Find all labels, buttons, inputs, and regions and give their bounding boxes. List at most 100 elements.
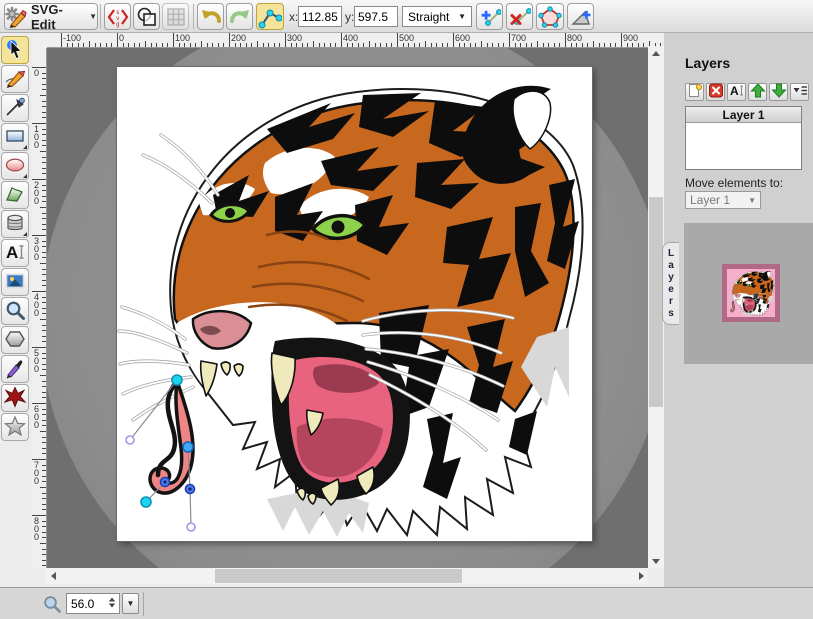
eyedropper-tool-button[interactable] (1, 355, 29, 383)
layers-panel-title: Layers (685, 55, 730, 71)
pencil-tool-button[interactable] (1, 65, 29, 93)
zoom-spinner[interactable] (108, 597, 116, 608)
flyout-arrow-icon (23, 145, 27, 149)
main-menu-button[interactable]: SVG-Edit ▼ (4, 3, 98, 30)
flyout-arrow-icon (23, 174, 27, 178)
svg-edit-logo-icon (5, 6, 27, 28)
edit-source-button[interactable]: s v g (104, 3, 131, 30)
path-node-cyan[interactable] (141, 497, 151, 507)
shape-library-tool-button[interactable] (1, 210, 29, 238)
side-tab-label: Layers (666, 248, 677, 320)
layer-menu-button[interactable] (790, 83, 809, 101)
path-node-center-dot (163, 480, 166, 483)
delete-node-button[interactable] (506, 3, 533, 30)
y-coordinate-label: y: (345, 10, 354, 24)
open-close-path-button[interactable] (536, 3, 564, 30)
spinner-down-icon (109, 604, 115, 608)
wireframe-mode-button[interactable] (133, 3, 160, 30)
select-tool-button[interactable] (1, 36, 29, 64)
move-elements-select[interactable]: Layer 1 ▼ (685, 191, 761, 209)
move-layer-down-button[interactable] (769, 83, 788, 101)
vertical-scroll-thumb[interactable] (649, 197, 663, 407)
text-icon: A (4, 241, 26, 266)
undo-icon (200, 6, 222, 28)
scroll-left-button[interactable] (46, 568, 60, 584)
right-arrow-icon (639, 572, 644, 580)
y-coordinate-input[interactable] (354, 6, 398, 27)
line-tool-button[interactable] (1, 94, 29, 122)
layer-buttons-row: A (685, 83, 809, 101)
select-arrow-icon (4, 38, 26, 63)
path-node-handle[interactable] (126, 436, 134, 444)
rename-layer-icon: A (729, 83, 745, 101)
horizontal-scroll-thumb[interactable] (215, 569, 462, 583)
path-node-handle[interactable] (187, 523, 195, 531)
path-node-cyan[interactable] (172, 375, 182, 385)
scroll-right-button[interactable] (634, 568, 648, 584)
grid-icon (165, 6, 187, 28)
svg-canvas[interactable] (117, 67, 592, 541)
scroll-down-button[interactable] (648, 554, 664, 568)
eyedropper-icon (4, 357, 26, 382)
add-subpath-icon (570, 6, 592, 28)
new-layer-icon (687, 83, 703, 101)
red-burst-icon (4, 386, 26, 411)
toolbar-separator (100, 4, 101, 29)
hexagon-icon (4, 328, 26, 353)
ruler-corner (32, 33, 47, 48)
add-subpath-button[interactable] (567, 3, 594, 30)
control-handle-line (190, 489, 191, 527)
polygon-tool-button[interactable] (1, 326, 29, 354)
path-tool-button[interactable] (1, 181, 29, 209)
drawing-workspace[interactable] (47, 48, 648, 568)
zoom-preset-dropdown[interactable]: ▼ (122, 593, 139, 614)
layer-list: Layer 1 (685, 106, 802, 170)
path-node-center-dot (188, 487, 191, 490)
shape-tool-button[interactable] (1, 384, 29, 412)
move-layer-up-button[interactable] (748, 83, 767, 101)
delete-layer-button[interactable] (706, 83, 725, 101)
move-elements-label: Move elements to: (685, 176, 783, 190)
select-arrow-icon: ▼ (748, 196, 756, 205)
horizontal-scrollbar[interactable] (46, 568, 648, 584)
layer-row-layer1[interactable]: Layer 1 (686, 107, 801, 123)
select-arrow-icon: ▼ (458, 12, 466, 21)
menu-dropdown-arrow: ▼ (89, 12, 97, 21)
new-layer-button[interactable] (685, 83, 704, 101)
text-tool-button[interactable]: A (1, 239, 29, 267)
arrow-down-icon (771, 83, 787, 101)
star-tool-button[interactable] (1, 413, 29, 441)
rename-layer-button[interactable]: A (727, 83, 746, 101)
line-icon (4, 96, 26, 121)
image-tool-button[interactable] (1, 268, 29, 296)
path-nodes-icon (258, 5, 282, 29)
undo-button[interactable] (197, 3, 224, 30)
snap-to-grid-button[interactable] (162, 3, 189, 30)
path-node-blue[interactable] (183, 442, 193, 452)
wireframe-icon (136, 6, 158, 28)
redo-button[interactable] (226, 3, 253, 30)
layer-preview-zone (684, 223, 813, 364)
layer-menu-icon (792, 83, 808, 101)
rect-tool-button[interactable] (1, 123, 29, 151)
source-code-icon: s v g (107, 6, 129, 28)
clone-node-button[interactable] (476, 3, 503, 30)
scroll-up-button[interactable] (648, 46, 664, 60)
link-control-points-toggle[interactable] (256, 3, 284, 30)
pencil-icon (4, 67, 26, 92)
x-coordinate-input[interactable] (298, 6, 342, 27)
drawing-content (117, 67, 592, 541)
ellipse-tool-button[interactable] (1, 152, 29, 180)
layers-panel: Layers A (664, 33, 813, 587)
svg-edit-app: SVG-Edit ▼ s v g (0, 0, 813, 619)
horizontal-ruler: -1000100200300400500600700800900 (32, 33, 664, 48)
down-arrow-icon (652, 559, 660, 564)
segment-type-select[interactable]: Straight ▼ (402, 6, 472, 27)
layers-panel-toggle-tab[interactable]: Layers (662, 242, 679, 325)
up-arrow-icon (652, 51, 660, 56)
magnifier-icon (4, 299, 26, 324)
zoom-tool-button[interactable] (1, 297, 29, 325)
delete-node-icon (509, 6, 531, 28)
toolbar-separator (193, 4, 194, 29)
svg-text:A: A (6, 243, 18, 262)
